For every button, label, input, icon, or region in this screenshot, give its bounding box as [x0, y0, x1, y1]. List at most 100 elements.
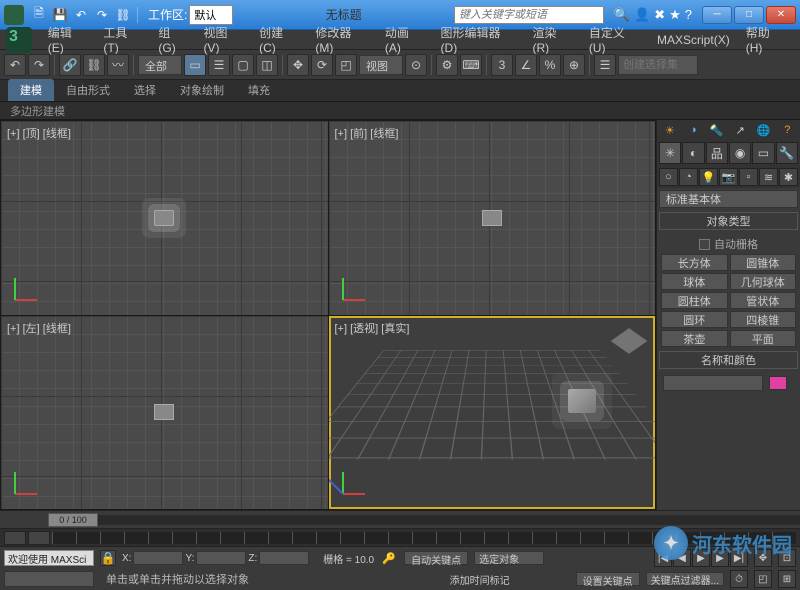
- viewport-label[interactable]: [+] [透视] [真实]: [335, 320, 410, 336]
- help-icon[interactable]: ?: [685, 7, 692, 23]
- trackbar-ruler[interactable]: [52, 532, 796, 544]
- signin-icon[interactable]: 👤: [634, 7, 650, 23]
- menu-edit[interactable]: 编辑(E): [40, 22, 96, 57]
- viewport-label[interactable]: [+] [顶] [线框]: [7, 125, 71, 141]
- menu-grapheditors[interactable]: 图形编辑器(D): [433, 22, 525, 57]
- named-selection-input[interactable]: [618, 55, 698, 75]
- helpers-subtab[interactable]: ▫: [739, 168, 758, 186]
- menu-modifiers[interactable]: 修改器(M): [307, 22, 377, 57]
- close-button[interactable]: ✕: [766, 6, 796, 24]
- maxscript-listener[interactable]: 欢迎使用 MAXSci: [4, 550, 94, 566]
- plane-button[interactable]: 平面: [730, 330, 797, 347]
- time-slider-thumb[interactable]: 0 / 100: [48, 513, 98, 527]
- hierarchy-tab[interactable]: 品: [706, 142, 728, 164]
- spinner-snap-button[interactable]: ⊕: [563, 54, 585, 76]
- z-input[interactable]: [259, 551, 309, 565]
- torus-button[interactable]: 圆环: [661, 311, 728, 328]
- menu-customize[interactable]: 自定义(U): [581, 22, 649, 57]
- tab-selection[interactable]: 选择: [122, 79, 168, 101]
- cone-button[interactable]: 圆锥体: [730, 254, 797, 271]
- spacewarps-subtab[interactable]: ≋: [759, 168, 778, 186]
- minimize-button[interactable]: ─: [702, 6, 732, 24]
- utilities-tab[interactable]: 🔧: [776, 142, 798, 164]
- select-move-button[interactable]: ✥: [287, 54, 309, 76]
- tab-modeling[interactable]: 建模: [8, 79, 54, 101]
- use-pivot-button[interactable]: ⊙: [405, 54, 427, 76]
- redo-button[interactable]: ↷: [28, 54, 50, 76]
- viewport-nav4[interactable]: ⊞: [778, 570, 796, 588]
- y-input[interactable]: [196, 551, 246, 565]
- globe-icon[interactable]: 🌐: [756, 122, 772, 138]
- time-track[interactable]: [48, 515, 800, 525]
- modify-tab[interactable]: ◐: [682, 142, 704, 164]
- window-crossing-button[interactable]: ◫: [256, 54, 278, 76]
- percent-snap-button[interactable]: %: [539, 54, 561, 76]
- object-box[interactable]: [482, 210, 502, 226]
- keyboard-shortcut-button[interactable]: ⌨: [460, 54, 482, 76]
- maximize-button[interactable]: □: [734, 6, 764, 24]
- tab-freeform[interactable]: 自由形式: [54, 79, 122, 101]
- viewport-nav3[interactable]: ◰: [754, 570, 772, 588]
- favorites-icon[interactable]: ★: [669, 7, 681, 23]
- menu-animation[interactable]: 动画(A): [377, 22, 433, 57]
- select-region-button[interactable]: ▢: [232, 54, 254, 76]
- menu-views[interactable]: 视图(V): [195, 22, 251, 57]
- time-slider[interactable]: 0 / 100: [0, 510, 800, 528]
- snap-toggle-button[interactable]: 3: [491, 54, 513, 76]
- object-box[interactable]: [154, 404, 174, 420]
- lock-selection-icon[interactable]: 🔒: [100, 550, 116, 566]
- sun-icon[interactable]: ☀: [662, 122, 678, 138]
- viewport-top[interactable]: [+] [顶] [线框]: [1, 121, 328, 315]
- viewport-perspective[interactable]: [+] [透视] [真实]: [329, 316, 656, 510]
- motion-tab[interactable]: ◉: [729, 142, 751, 164]
- link-icon[interactable]: ⛓: [114, 6, 132, 24]
- undo-button[interactable]: ↶: [4, 54, 26, 76]
- goto-start-button[interactable]: |◀: [654, 549, 672, 567]
- exchange-icon[interactable]: ✖: [654, 7, 665, 23]
- viewport-front[interactable]: [+] [前] [线框]: [329, 121, 656, 315]
- display-tab[interactable]: ▭: [752, 142, 774, 164]
- undo-icon[interactable]: ↶: [72, 6, 90, 24]
- help-panel-icon[interactable]: ?: [779, 122, 795, 138]
- viewport-label[interactable]: [+] [前] [线框]: [335, 125, 399, 141]
- tab-objectpaint[interactable]: 对象绘制: [168, 79, 236, 101]
- time-config-button[interactable]: ⏱: [730, 570, 748, 588]
- object-box[interactable]: [154, 210, 174, 226]
- application-menu-button[interactable]: [6, 27, 32, 53]
- systems-subtab[interactable]: ✱: [779, 168, 798, 186]
- rollout-objecttype-header[interactable]: 对象类型: [659, 212, 798, 230]
- trackbar-toggle[interactable]: [4, 531, 26, 545]
- play-button[interactable]: ▶: [692, 549, 710, 567]
- object-box[interactable]: [568, 389, 596, 413]
- angle-snap-button[interactable]: ∠: [515, 54, 537, 76]
- shapes-subtab[interactable]: ◔: [679, 168, 698, 186]
- setkey-button[interactable]: 设置关键点: [576, 572, 640, 586]
- keyfilters-button[interactable]: 关键点过滤器...: [646, 572, 724, 586]
- refcoord-dropdown[interactable]: 视图: [359, 55, 403, 75]
- menu-rendering[interactable]: 渲染(R): [525, 22, 581, 57]
- search-icon[interactable]: 🔍: [614, 7, 630, 23]
- cylinder-button[interactable]: 圆柱体: [661, 292, 728, 309]
- app-icon[interactable]: [4, 5, 24, 25]
- arrow-icon[interactable]: ↗: [732, 122, 748, 138]
- curve-editor-toggle[interactable]: [28, 531, 50, 545]
- autokey-button[interactable]: 自动关键点: [404, 551, 468, 565]
- cameras-subtab[interactable]: 📷: [719, 168, 738, 186]
- link-button[interactable]: 🔗: [59, 54, 81, 76]
- search-input[interactable]: [454, 6, 604, 24]
- pyramid-button[interactable]: 四棱锥: [730, 311, 797, 328]
- select-rotate-button[interactable]: ⟳: [311, 54, 333, 76]
- redo-icon[interactable]: ↷: [93, 6, 111, 24]
- save-icon[interactable]: 💾: [51, 6, 69, 24]
- torch-icon[interactable]: 🔦: [709, 122, 725, 138]
- geosphere-button[interactable]: 几何球体: [730, 273, 797, 290]
- viewport-label[interactable]: [+] [左] [线框]: [7, 320, 71, 336]
- key-icon[interactable]: 🔑: [380, 551, 398, 565]
- tube-button[interactable]: 管状体: [730, 292, 797, 309]
- x-input[interactable]: [133, 551, 183, 565]
- prev-frame-button[interactable]: ◀: [673, 549, 691, 567]
- bind-spacewarp-button[interactable]: 〰: [107, 54, 129, 76]
- edit-named-sel-button[interactable]: ☰: [594, 54, 616, 76]
- create-tab[interactable]: ✳: [659, 142, 681, 164]
- menu-tools[interactable]: 工具(T): [95, 22, 150, 57]
